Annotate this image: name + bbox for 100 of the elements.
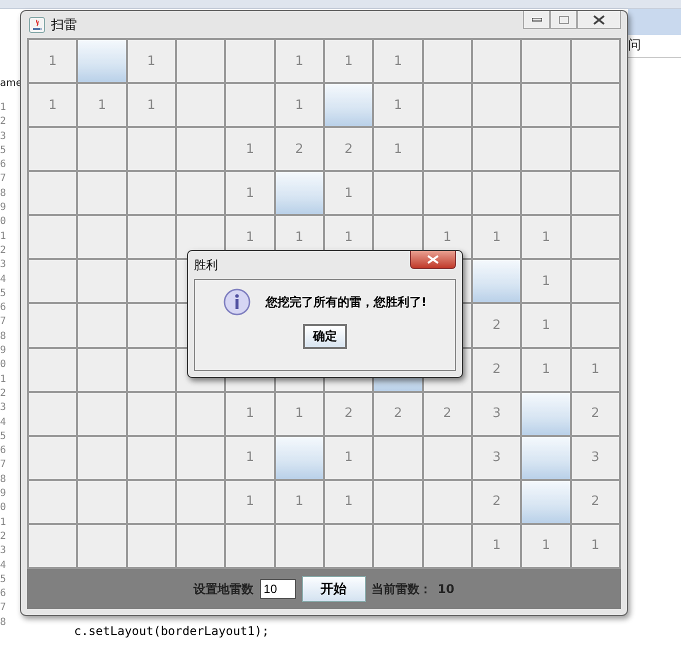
- open-cell[interactable]: 1: [226, 436, 274, 479]
- start-button[interactable]: 开始: [302, 576, 366, 602]
- open-cell[interactable]: [78, 480, 126, 523]
- open-cell[interactable]: [374, 172, 422, 214]
- open-cell[interactable]: [424, 40, 471, 82]
- open-cell[interactable]: 1: [522, 260, 570, 302]
- open-cell[interactable]: [176, 84, 224, 126]
- open-cell[interactable]: [29, 480, 76, 523]
- open-cell[interactable]: [128, 436, 175, 479]
- open-cell[interactable]: [29, 524, 76, 567]
- open-cell[interactable]: [29, 128, 76, 170]
- open-cell[interactable]: 1: [276, 480, 323, 523]
- covered-cell[interactable]: [472, 260, 520, 302]
- open-cell[interactable]: 1: [374, 84, 422, 126]
- open-cell[interactable]: 1: [29, 84, 76, 126]
- open-cell[interactable]: 2: [424, 392, 471, 435]
- open-cell[interactable]: 1: [78, 84, 126, 126]
- open-cell[interactable]: [128, 172, 175, 214]
- open-cell[interactable]: 2: [572, 392, 619, 435]
- open-cell[interactable]: 1: [226, 128, 274, 170]
- open-cell[interactable]: 1: [276, 84, 323, 126]
- open-cell[interactable]: [522, 172, 570, 214]
- open-cell[interactable]: [128, 260, 175, 302]
- covered-cell[interactable]: [522, 436, 570, 479]
- open-cell[interactable]: [424, 172, 471, 214]
- open-cell[interactable]: [29, 304, 76, 347]
- open-cell[interactable]: 1: [522, 304, 570, 347]
- open-cell[interactable]: [374, 480, 422, 523]
- covered-cell[interactable]: [522, 480, 570, 523]
- open-cell[interactable]: [572, 128, 619, 170]
- open-cell[interactable]: [176, 128, 224, 170]
- open-cell[interactable]: 1: [128, 84, 175, 126]
- open-cell[interactable]: [374, 524, 422, 567]
- open-cell[interactable]: 3: [472, 392, 520, 435]
- open-cell[interactable]: [176, 392, 224, 435]
- open-cell[interactable]: [424, 84, 471, 126]
- open-cell[interactable]: [78, 524, 126, 567]
- open-cell[interactable]: [176, 524, 224, 567]
- open-cell[interactable]: [176, 40, 224, 82]
- open-cell[interactable]: 2: [572, 480, 619, 523]
- open-cell[interactable]: [226, 40, 274, 82]
- covered-cell[interactable]: [276, 172, 323, 214]
- open-cell[interactable]: 1: [324, 172, 372, 214]
- open-cell[interactable]: 1: [472, 524, 520, 567]
- open-cell[interactable]: [78, 436, 126, 479]
- open-cell[interactable]: [324, 524, 372, 567]
- open-cell[interactable]: [472, 172, 520, 214]
- open-cell[interactable]: [128, 480, 175, 523]
- open-cell[interactable]: 1: [324, 480, 372, 523]
- open-cell[interactable]: 1: [572, 348, 619, 391]
- open-cell[interactable]: 1: [374, 40, 422, 82]
- open-cell[interactable]: [78, 216, 126, 258]
- open-cell[interactable]: 2: [472, 348, 520, 391]
- open-cell[interactable]: [572, 304, 619, 347]
- open-cell[interactable]: [472, 84, 520, 126]
- open-cell[interactable]: [472, 128, 520, 170]
- open-cell[interactable]: [128, 392, 175, 435]
- open-cell[interactable]: [572, 84, 619, 126]
- open-cell[interactable]: [226, 524, 274, 567]
- covered-cell[interactable]: [276, 436, 323, 479]
- open-cell[interactable]: [424, 436, 471, 479]
- open-cell[interactable]: [522, 40, 570, 82]
- open-cell[interactable]: [572, 260, 619, 302]
- open-cell[interactable]: 3: [472, 436, 520, 479]
- open-cell[interactable]: 2: [324, 128, 372, 170]
- open-cell[interactable]: [78, 348, 126, 391]
- open-cell[interactable]: [29, 172, 76, 214]
- open-cell[interactable]: [424, 524, 471, 567]
- open-cell[interactable]: [29, 436, 76, 479]
- open-cell[interactable]: 1: [522, 216, 570, 258]
- open-cell[interactable]: 2: [276, 128, 323, 170]
- open-cell[interactable]: [176, 480, 224, 523]
- open-cell[interactable]: 1: [276, 40, 323, 82]
- open-cell[interactable]: 1: [522, 524, 570, 567]
- open-cell[interactable]: [128, 216, 175, 258]
- covered-cell[interactable]: [324, 84, 372, 126]
- open-cell[interactable]: [176, 172, 224, 214]
- open-cell[interactable]: [472, 40, 520, 82]
- open-cell[interactable]: [128, 524, 175, 567]
- open-cell[interactable]: [424, 128, 471, 170]
- open-cell[interactable]: 1: [472, 216, 520, 258]
- open-cell[interactable]: 1: [29, 40, 76, 82]
- open-cell[interactable]: 1: [226, 392, 274, 435]
- open-cell[interactable]: [522, 128, 570, 170]
- open-cell[interactable]: 2: [374, 392, 422, 435]
- open-cell[interactable]: [522, 84, 570, 126]
- open-cell[interactable]: 1: [522, 348, 570, 391]
- open-cell[interactable]: [78, 392, 126, 435]
- open-cell[interactable]: [128, 348, 175, 391]
- open-cell[interactable]: 2: [324, 392, 372, 435]
- mine-count-field[interactable]: 10: [260, 579, 296, 599]
- open-cell[interactable]: [29, 260, 76, 302]
- open-cell[interactable]: [176, 436, 224, 479]
- open-cell[interactable]: [128, 128, 175, 170]
- open-cell[interactable]: [276, 524, 323, 567]
- open-cell[interactable]: 1: [128, 40, 175, 82]
- close-button[interactable]: [577, 11, 621, 29]
- open-cell[interactable]: [78, 172, 126, 214]
- open-cell[interactable]: 1: [276, 392, 323, 435]
- open-cell[interactable]: [226, 84, 274, 126]
